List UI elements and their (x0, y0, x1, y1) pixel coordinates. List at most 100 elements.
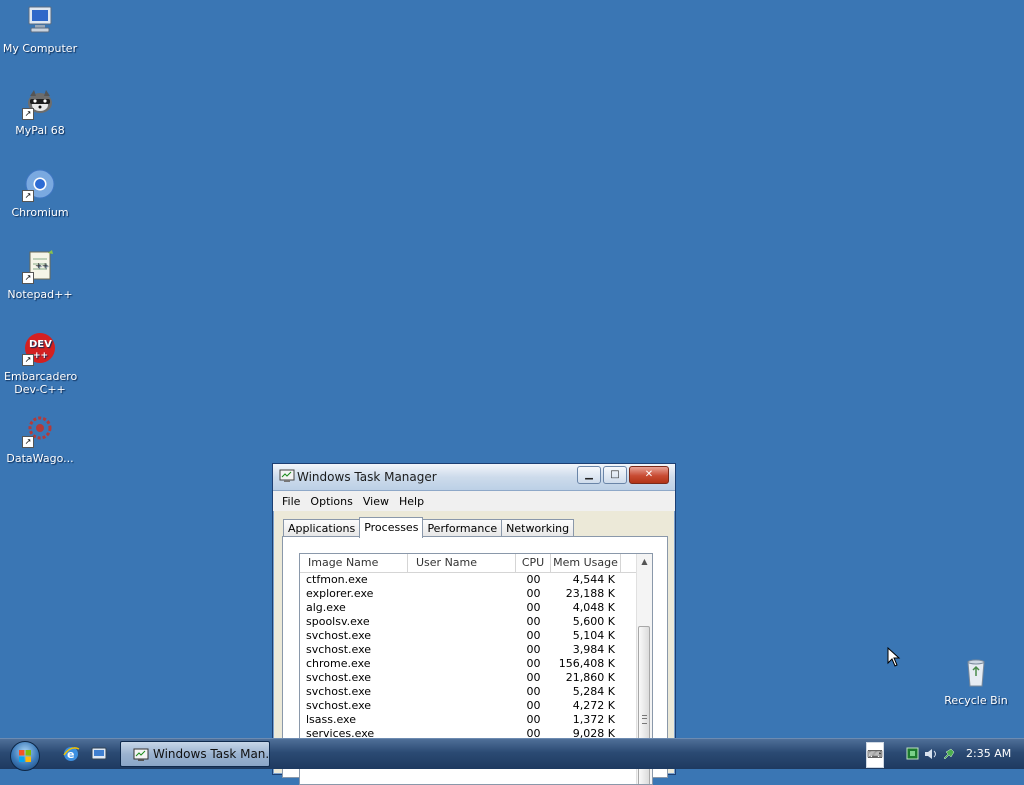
task-manager-window[interactable]: Windows Task Manager ▁ □ ✕ File Options … (272, 463, 676, 785)
desktop-icon-notepadpp[interactable]: ++ ↗ Notepad++ (0, 250, 80, 301)
menu-help[interactable]: Help (394, 495, 429, 508)
svg-text:DEV: DEV (29, 339, 52, 350)
desktop-icon-chromium[interactable]: ↗ Chromium (0, 168, 80, 219)
mouse-cursor-icon (887, 647, 901, 667)
user-name-cell (408, 615, 516, 629)
mem-usage-cell: 156,408 K (558, 657, 615, 670)
column-image-name[interactable]: Image Name (300, 554, 408, 572)
cpu-cell: 00 (526, 671, 541, 684)
table-row[interactable]: svchost.exe 00 5,104 K (300, 629, 652, 643)
keyboard-icon[interactable]: ⌨ (866, 742, 884, 768)
cpu-cell: 00 (526, 685, 541, 698)
mem-usage-cell: 4,272 K (572, 699, 615, 712)
table-row[interactable]: svchost.exe 00 4,272 K (300, 699, 652, 713)
safely-remove-icon[interactable] (942, 747, 956, 761)
close-button[interactable]: ✕ (629, 466, 669, 484)
user-name-cell (408, 573, 516, 587)
user-name-cell (408, 587, 516, 601)
user-name-cell (408, 699, 516, 713)
shortcut-arrow-icon: ↗ (22, 108, 34, 120)
desktop-icon-label: My Computer (2, 42, 78, 55)
svg-text:++: ++ (35, 261, 48, 270)
menu-view[interactable]: View (358, 495, 394, 508)
table-row[interactable]: svchost.exe 00 3,984 K (300, 643, 652, 657)
desktop-icon-mypal[interactable]: ↗ MyPal 68 (0, 86, 80, 137)
datawagon-icon: ↗ (22, 414, 56, 448)
desktop-icon-recycle-bin[interactable]: Recycle Bin (936, 656, 1016, 707)
table-row[interactable]: chrome.exe 00 156,408 K (300, 657, 652, 671)
window-titlebar[interactable]: Windows Task Manager ▁ □ ✕ (273, 464, 675, 491)
taskbar: e Windows Task Man... ⌨ 2:35 AM (0, 738, 1024, 771)
menu-file[interactable]: File (277, 495, 305, 508)
process-name-cell: lsass.exe (306, 713, 356, 726)
mem-usage-cell: 3,984 K (572, 643, 615, 656)
recycle-bin-icon (960, 656, 992, 688)
user-name-cell (408, 713, 516, 727)
close-icon: ✕ (644, 469, 654, 480)
table-row[interactable]: svchost.exe 00 5,284 K (300, 685, 652, 699)
devcpp-icon: DEV ++ ↗ (22, 332, 56, 366)
desktop-icon-label: Recycle Bin (944, 694, 1008, 707)
taskbar-button-label: Windows Task Man... (153, 747, 270, 761)
clock[interactable]: 2:35 AM (966, 747, 1011, 760)
table-row[interactable]: ctfmon.exe 00 4,544 K (300, 573, 652, 587)
desktop-icon-label: DataWago... (6, 452, 74, 465)
start-button[interactable] (10, 741, 40, 771)
menu-options[interactable]: Options (305, 495, 357, 508)
maximize-icon: □ (610, 469, 620, 480)
tab-performance[interactable]: Performance (422, 519, 503, 537)
desktop-icon-devcpp[interactable]: DEV ++ ↗ Embarcadero Dev-C++ (0, 332, 80, 396)
minimize-icon: ▁ (585, 469, 593, 480)
scroll-grip-icon (642, 715, 647, 724)
table-row[interactable]: alg.exe 00 4,048 K (300, 601, 652, 615)
column-user-name[interactable]: User Name (408, 554, 516, 572)
menu-bar: File Options View Help (273, 491, 675, 511)
mem-usage-cell: 4,544 K (572, 573, 615, 586)
mem-usage-cell: 5,600 K (572, 615, 615, 628)
tab-applications[interactable]: Applications (283, 519, 361, 537)
cpu-cell: 00 (526, 601, 541, 614)
process-name-cell: alg.exe (306, 601, 346, 614)
internet-explorer-icon[interactable]: e (62, 745, 80, 763)
tab-strip: Applications Processes Performance Netwo… (283, 517, 575, 538)
column-mem-usage[interactable]: Mem Usage (551, 554, 621, 572)
desktop-icon-my-computer[interactable]: My Computer (0, 4, 80, 55)
user-name-cell (408, 685, 516, 699)
minimize-button[interactable]: ▁ (577, 466, 601, 484)
desktop-icon-label: Embarcadero Dev-C++ (4, 370, 78, 396)
table-row[interactable]: spoolsv.exe 00 5,600 K (300, 615, 652, 629)
windows-flag-icon (19, 750, 31, 762)
network-icon[interactable] (906, 747, 920, 761)
taskbar-button-task-manager[interactable]: Windows Task Man... (120, 741, 270, 767)
window-title: Windows Task Manager (297, 470, 437, 484)
cpu-cell: 00 (526, 573, 541, 586)
computer-icon (24, 4, 56, 36)
volume-icon[interactable] (924, 747, 938, 761)
show-desktop-icon[interactable] (90, 745, 108, 763)
mem-usage-cell: 5,104 K (572, 629, 615, 642)
user-name-cell (408, 671, 516, 685)
process-name-cell: svchost.exe (306, 699, 372, 712)
scroll-up-icon[interactable]: ▲ (637, 554, 652, 570)
table-row[interactable]: svchost.exe 00 21,860 K (300, 671, 652, 685)
notepadpp-icon: ++ ↗ (22, 250, 56, 284)
shortcut-arrow-icon: ↗ (22, 190, 34, 202)
table-row[interactable]: lsass.exe 00 1,372 K (300, 713, 652, 727)
column-cpu[interactable]: CPU (516, 554, 551, 572)
desktop-icon-datawagon[interactable]: ↗ DataWago... (0, 414, 80, 465)
maximize-button[interactable]: □ (603, 466, 627, 484)
task-manager-icon (279, 469, 295, 483)
cpu-cell: 00 (526, 699, 541, 712)
table-row[interactable]: explorer.exe 00 23,188 K (300, 587, 652, 601)
desktop-icon-label: MyPal 68 (15, 124, 65, 137)
shortcut-arrow-icon: ↗ (22, 354, 34, 366)
shortcut-arrow-icon: ↗ (22, 436, 34, 448)
process-name-cell: chrome.exe (306, 657, 371, 670)
process-name-cell: ctfmon.exe (306, 573, 368, 586)
process-name-cell: svchost.exe (306, 685, 372, 698)
desktop-icon-label: Chromium (11, 206, 69, 219)
user-name-cell (408, 643, 516, 657)
tab-networking[interactable]: Networking (501, 519, 575, 537)
tab-processes[interactable]: Processes (359, 517, 424, 538)
user-name-cell (408, 657, 516, 671)
